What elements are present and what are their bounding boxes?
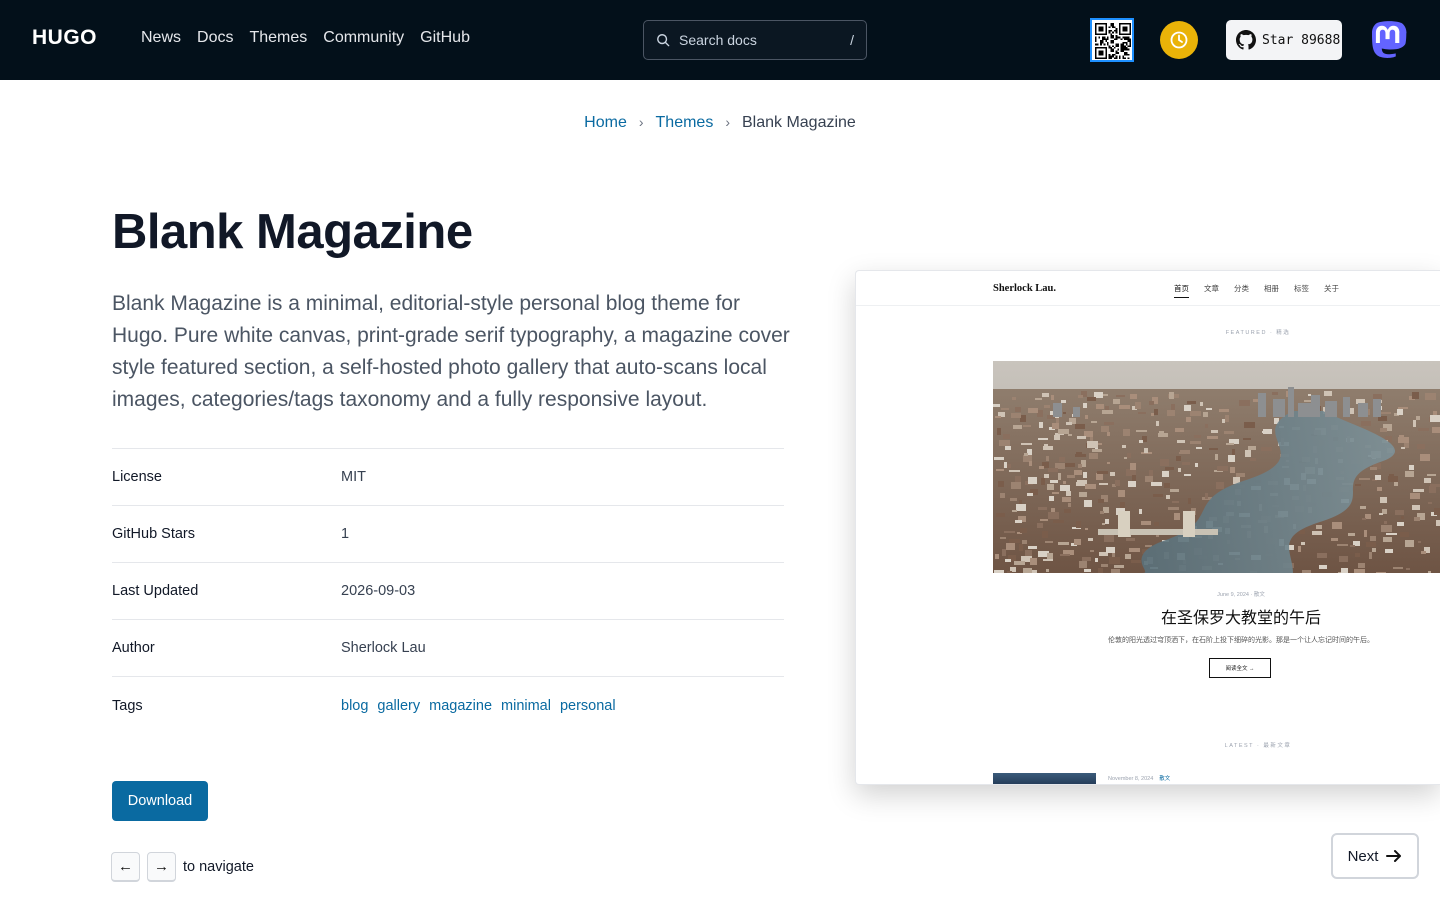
preview-nav: 首页 文章 分类 相册 标签 关于 xyxy=(1174,283,1339,298)
nav-hint-text: to navigate xyxy=(183,859,254,875)
tag-list: blog gallery magazine minimal personal xyxy=(341,698,616,714)
tag-link[interactable]: minimal xyxy=(501,698,551,714)
breadcrumb-themes[interactable]: Themes xyxy=(656,114,714,131)
qr-code-icon[interactable] xyxy=(1090,18,1134,62)
next-label: Next xyxy=(1347,847,1379,865)
preview-latest-label: LATEST · 最新文章 xyxy=(1224,743,1292,749)
meta-value-updated: 2026-09-03 xyxy=(341,583,416,599)
meta-label: License xyxy=(112,469,162,485)
preview-post-excerpt: 伦敦的阳光透过穹顶洒下，在石阶上投下细碎的光影。那是一个让人忘记时间的午后。 xyxy=(1108,637,1374,644)
meta-row-author: Author Sherlock Lau xyxy=(112,620,784,677)
theme-description: Blank Magazine is a minimal, editorial-s… xyxy=(112,292,790,411)
preview-nav-item: 关于 xyxy=(1324,284,1339,293)
chevron-right-icon: › xyxy=(725,114,730,130)
meta-label: Author xyxy=(112,640,155,656)
preview-latest-date: November 8, 2024 xyxy=(1108,776,1154,782)
theme-meta-table: License MIT GitHub Stars 1 Last Updated … xyxy=(112,448,784,734)
theme-preview-image: Sherlock Lau. 首页 文章 分类 相册 标签 关于 FEATURED… xyxy=(855,270,1440,785)
meta-value-stars: 1 xyxy=(341,526,350,542)
search-icon xyxy=(657,34,670,47)
page-title: Blank Magazine xyxy=(112,205,473,259)
breadcrumb-current: Blank Magazine xyxy=(741,114,856,131)
next-key[interactable]: → xyxy=(147,852,176,882)
preview-latest-meta: November 8, 2024 散文 xyxy=(1108,774,1170,782)
meta-label: GitHub Stars xyxy=(112,526,195,542)
meta-label: Tags xyxy=(112,697,143,714)
preview-header: Sherlock Lau. 首页 文章 分类 相册 标签 关于 xyxy=(856,271,1440,306)
tag-link[interactable]: blog xyxy=(341,698,368,714)
meta-row-stars: GitHub Stars 1 xyxy=(112,506,784,563)
meta-row-updated: Last Updated 2026-09-03 xyxy=(112,563,784,620)
nav-community[interactable]: Community xyxy=(323,29,404,47)
github-icon xyxy=(1236,30,1256,50)
meta-row-tags: Tags blog gallery magazine minimal perso… xyxy=(112,677,784,734)
preview-post-title: 在圣保罗大教堂的午后 xyxy=(1160,608,1321,627)
search-shortcut: / xyxy=(850,32,854,48)
nav-themes[interactable]: Themes xyxy=(249,29,307,47)
hugo-logo[interactable]: HUGO xyxy=(32,26,97,50)
breadcrumb: Home › Themes › Blank Magazine xyxy=(0,114,1440,132)
preview-latest-category: 散文 xyxy=(1159,776,1171,782)
prev-key[interactable]: ← xyxy=(111,852,140,882)
preview-latest-thumbnail xyxy=(993,773,1096,784)
preview-nav-item: 首页 xyxy=(1174,283,1189,298)
keyboard-nav-hint: ← → to navigate xyxy=(111,852,254,882)
mastodon-icon[interactable] xyxy=(1370,20,1408,60)
city-photo xyxy=(993,361,1440,573)
arrow-right-icon xyxy=(1386,850,1402,862)
tag-link[interactable]: gallery xyxy=(377,698,420,714)
clock-icon[interactable] xyxy=(1160,21,1198,59)
preview-brand: Sherlock Lau. xyxy=(993,283,1057,294)
nav-news[interactable]: News xyxy=(141,29,181,47)
star-count-label: Star 89688 xyxy=(1262,32,1341,48)
main-nav: News Docs Themes Community GitHub xyxy=(141,29,470,47)
download-button[interactable]: Download xyxy=(112,781,208,821)
meta-label: Last Updated xyxy=(112,583,199,599)
preview-nav-item: 相册 xyxy=(1264,284,1279,293)
preview-read-more: 阅读全文 → xyxy=(1209,658,1271,678)
tag-link[interactable]: personal xyxy=(560,698,616,714)
search-placeholder: Search docs xyxy=(679,32,757,48)
search-input[interactable]: Search docs / xyxy=(643,20,867,60)
top-navbar: HUGO News Docs Themes Community GitHub S… xyxy=(0,0,1440,80)
meta-row-license: License MIT xyxy=(112,449,784,506)
meta-value-license: MIT xyxy=(341,469,366,485)
tag-link[interactable]: magazine xyxy=(429,698,492,714)
nav-github[interactable]: GitHub xyxy=(420,29,470,47)
meta-value-author: Sherlock Lau xyxy=(341,640,426,656)
github-star-button[interactable]: Star 89688 xyxy=(1226,20,1342,60)
next-button[interactable]: Next xyxy=(1331,833,1419,879)
breadcrumb-home[interactable]: Home xyxy=(584,114,627,131)
preview-featured-label: FEATURED · 精选 xyxy=(1225,330,1291,336)
preview-nav-item: 标签 xyxy=(1294,284,1309,293)
preview-post-date: June 9, 2024 · 散文 xyxy=(1217,592,1265,598)
preview-nav-item: 文章 xyxy=(1204,284,1219,293)
chevron-right-icon: › xyxy=(638,114,644,130)
preview-nav-item: 分类 xyxy=(1234,284,1249,293)
nav-docs[interactable]: Docs xyxy=(197,29,233,47)
